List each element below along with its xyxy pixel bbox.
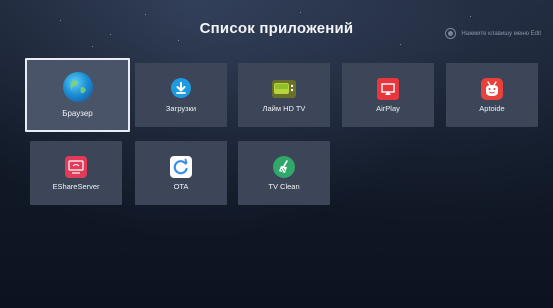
aptoide-icon <box>481 78 503 100</box>
eshare-icon <box>65 156 87 178</box>
app-tile-airplay[interactable]: AirPlay <box>342 63 434 127</box>
app-list-screen: Список приложений Нажмите клавишу меню E… <box>0 0 553 308</box>
app-tile-ota[interactable]: OTA <box>135 141 227 205</box>
app-label: EShareServer <box>52 182 100 191</box>
airplay-icon <box>377 78 399 100</box>
star-decoration <box>300 12 301 13</box>
app-tile-lime-hd-tv[interactable]: Лайм HD TV <box>238 63 330 127</box>
app-label: OTA <box>173 182 189 191</box>
star-decoration <box>470 16 471 17</box>
app-label: TV Clean <box>268 182 300 191</box>
edit-hint: Нажмите клавишу меню Edit <box>445 28 541 39</box>
app-label: Aptoide <box>479 104 505 113</box>
app-label: Загрузки <box>165 104 197 113</box>
lime-tv-icon <box>272 80 296 98</box>
app-tile-eshareserver[interactable]: EShareServer <box>30 141 122 205</box>
star-decoration <box>178 40 179 41</box>
app-tile-browser[interactable]: Браузер <box>25 58 130 132</box>
app-tile-aptoide[interactable]: Aptoide <box>446 63 538 127</box>
star-decoration <box>145 14 146 15</box>
app-tile-downloads[interactable]: Загрузки <box>135 63 227 127</box>
download-icon <box>171 78 191 98</box>
app-label: Браузер <box>62 109 93 118</box>
menu-key-icon <box>445 28 457 39</box>
ota-update-icon <box>170 156 192 178</box>
app-label: Лайм HD TV <box>262 104 306 113</box>
edit-hint-text: Нажмите клавишу меню Edit <box>461 30 541 37</box>
app-label: AirPlay <box>376 104 400 113</box>
app-tile-tv-clean[interactable]: TV Clean <box>238 141 330 205</box>
broom-icon <box>273 156 295 178</box>
star-decoration <box>92 46 93 47</box>
globe-icon <box>62 72 93 102</box>
star-decoration <box>400 44 401 45</box>
